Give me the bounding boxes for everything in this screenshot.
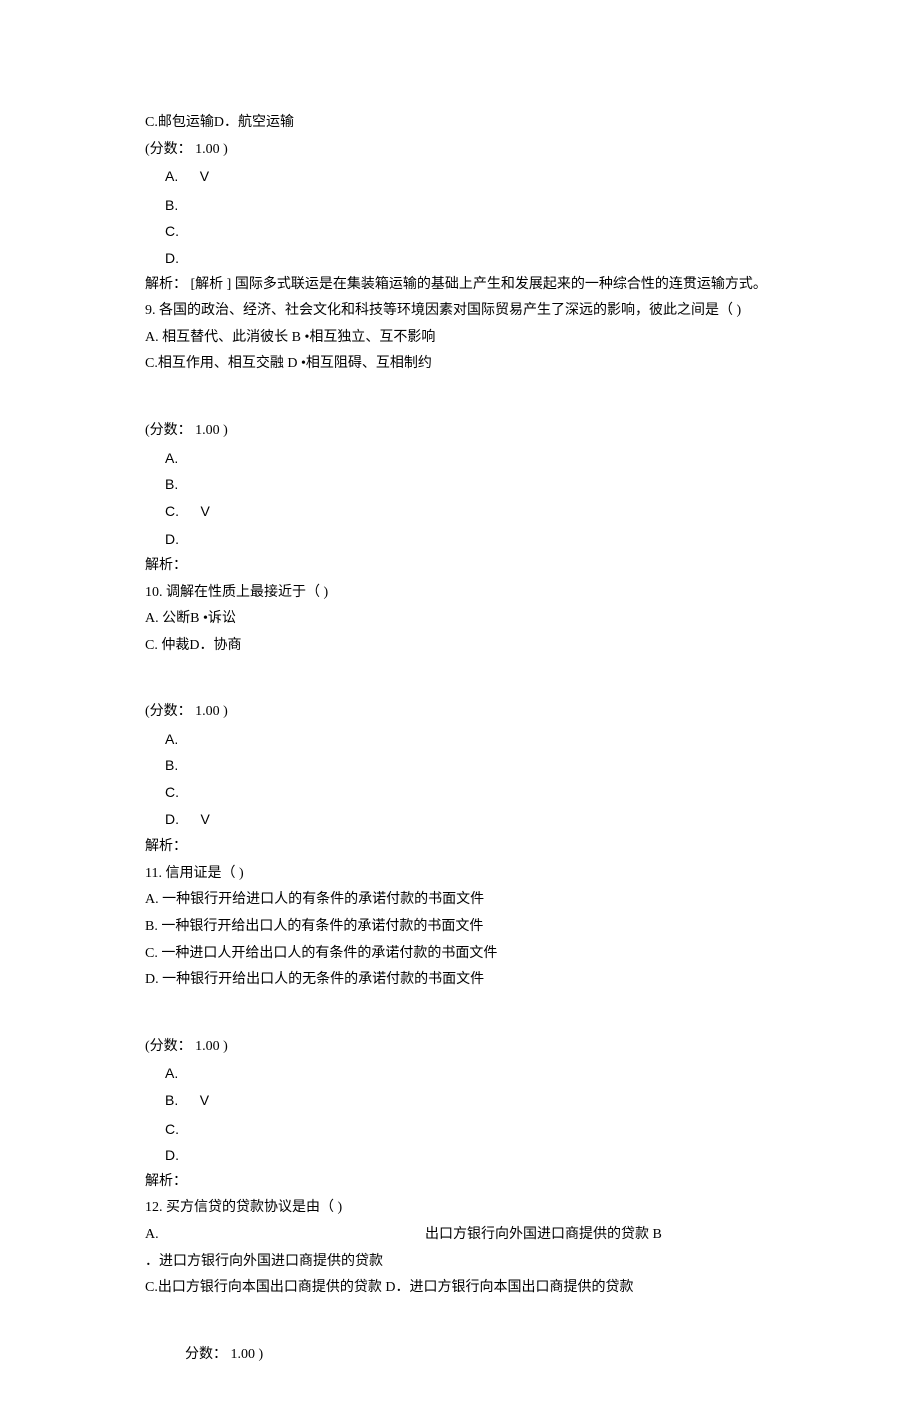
q8-choice-a-label: A. <box>165 168 178 184</box>
q9-options-cd: C.相互作用、相互交融 D •相互阻碍、互相制约 <box>145 351 775 378</box>
q10-options-cd: C. 仲裁D．协商 <box>145 633 775 660</box>
q12-line-cd: C.出口方银行向本国出口商提供的贷款 D．进口方银行向本国出口商提供的贷款 <box>145 1275 775 1302</box>
q10-choice-b: B. <box>145 752 775 779</box>
q11-option-d: D. 一种银行开给出口人的无条件的承诺付款的书面文件 <box>145 967 775 994</box>
q11-option-c: C. 一种进口人开给出口人的有条件的承诺付款的书面文件 <box>145 941 775 968</box>
q11-choice-c: C. <box>145 1116 775 1143</box>
q9-score: (分数： 1.00 ) <box>145 418 775 445</box>
q9-options-ab: A. 相互替代、此消彼长 B •相互独立、互不影响 <box>145 325 775 352</box>
q8-options-cd: C.邮包运输D．航空运输 <box>145 110 775 137</box>
q11-stem: 11. 信用证是（ ) <box>145 861 775 888</box>
q12-line-ab: A. 出口方银行向外国进口商提供的贷款 B <box>145 1222 775 1249</box>
q11-option-a: A. 一种银行开给进口人的有条件的承诺付款的书面文件 <box>145 887 775 914</box>
q11-choice-d: D. <box>145 1142 775 1169</box>
q10-choice-d: D. V <box>145 806 775 835</box>
q10-score: (分数： 1.00 ) <box>145 699 775 726</box>
q8-score: (分数： 1.00 ) <box>145 137 775 164</box>
check-icon: V <box>200 163 209 190</box>
q12-score: 分数： 1.00 ) <box>145 1342 775 1369</box>
q9-choice-b: B. <box>145 471 775 498</box>
q10-options-ab: A. 公断B •诉讼 <box>145 606 775 633</box>
q9-analysis: 解析： <box>145 553 775 580</box>
q8-analysis: 解析： [解析 ] 国际多式联运是在集装箱运输的基础上产生和发展起来的一种综合性… <box>145 272 775 299</box>
q12-a-label: A. <box>145 1222 425 1249</box>
q10-choice-c: C. <box>145 779 775 806</box>
q12-line-b: ．进口方银行向外国进口商提供的贷款 <box>145 1249 775 1276</box>
q12-a-text: 出口方银行向外国进口商提供的贷款 B <box>425 1222 662 1249</box>
q10-stem: 10. 调解在性质上最接近于（ ) <box>145 580 775 607</box>
q10-analysis: 解析： <box>145 834 775 861</box>
check-icon: V <box>201 498 210 525</box>
q10-choice-a: A. <box>145 726 775 753</box>
q9-choice-c: C. V <box>145 498 775 527</box>
q11-choice-b-label: B. <box>165 1092 178 1108</box>
q11-analysis: 解析： <box>145 1169 775 1196</box>
check-icon: V <box>200 1087 209 1114</box>
q9-choice-c-label: C. <box>165 503 179 519</box>
q11-option-b: B. 一种银行开给出口人的有条件的承诺付款的书面文件 <box>145 914 775 941</box>
q8-choice-d: D. <box>145 245 775 272</box>
q9-stem: 9. 各国的政治、经济、社会文化和科技等环境因素对国际贸易产生了深远的影响，彼此… <box>145 298 775 325</box>
q9-choice-a: A. <box>145 445 775 472</box>
check-icon: V <box>201 806 210 833</box>
q8-choice-b: B. <box>145 192 775 219</box>
q8-choice-a: A. V <box>145 163 775 192</box>
q11-choice-b: B. V <box>145 1087 775 1116</box>
q8-choice-c: C. <box>145 218 775 245</box>
q10-choice-d-label: D. <box>165 811 179 827</box>
q9-choice-d: D. <box>145 526 775 553</box>
q12-stem: 12. 买方信贷的贷款协议是由（ ) <box>145 1195 775 1222</box>
q11-score: (分数： 1.00 ) <box>145 1034 775 1061</box>
q11-choice-a: A. <box>145 1060 775 1087</box>
